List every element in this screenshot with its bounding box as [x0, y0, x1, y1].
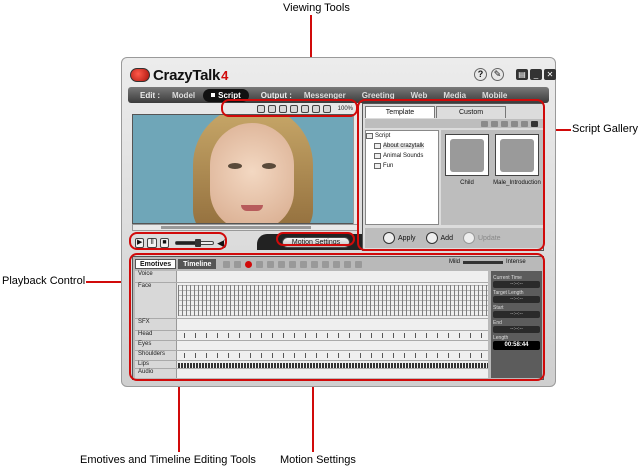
- left-eye: [228, 163, 242, 169]
- callout-viewing-tools: Viewing Tools: [283, 2, 350, 14]
- highlight-playback-control: [129, 232, 227, 250]
- tools-button[interactable]: ✎: [491, 68, 504, 81]
- app-name: CrazyTalk: [153, 66, 221, 84]
- callout-playback-control: Playback Control: [2, 275, 86, 287]
- callout-script-gallery: Script Gallery: [572, 123, 639, 135]
- viewport-horizontal-scrollbar[interactable]: [132, 224, 359, 231]
- highlight-motion-settings: [276, 232, 355, 246]
- preview-viewport[interactable]: [132, 114, 359, 224]
- highlight-timeline: [129, 253, 545, 381]
- print-icon[interactable]: ▤: [516, 69, 528, 80]
- highlight-script-gallery: [357, 99, 545, 251]
- title-bar: CrazyTalk 4 ? ✎ ▤ _ ✕: [128, 64, 556, 86]
- menu-model[interactable]: Model: [164, 89, 203, 102]
- lips-logo-icon: [130, 68, 150, 82]
- right-eye: [262, 163, 276, 169]
- scroll-thumb[interactable]: [161, 226, 311, 229]
- callout-emotives-tools: Emotives and Timeline Editing Tools: [80, 454, 256, 466]
- callout-motion-settings: Motion Settings: [280, 454, 356, 466]
- minimize-icon[interactable]: _: [530, 69, 542, 80]
- portrait-face: [210, 123, 294, 223]
- highlight-viewing-tools: [221, 99, 358, 117]
- mouth: [241, 205, 263, 211]
- crazytalk-logo: CrazyTalk 4: [130, 65, 228, 85]
- app-version: 4: [221, 67, 229, 83]
- close-icon[interactable]: ✕: [544, 69, 556, 80]
- edit-label: Edit :: [140, 90, 160, 100]
- help-button[interactable]: ?: [474, 68, 487, 81]
